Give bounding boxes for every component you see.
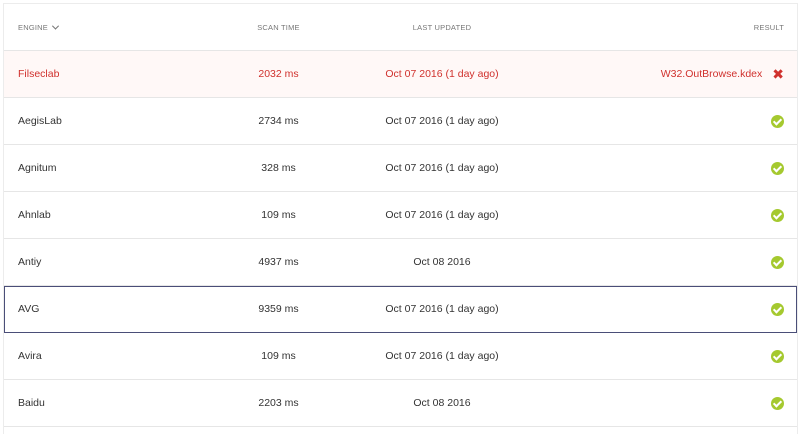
scan-results-table: ENGINE SCAN TIME LAST UPDATED RESULT Fil…	[3, 3, 798, 434]
last-updated: Oct 07 2016 (1 day ago)	[385, 115, 499, 127]
engine-name: Agnitum	[18, 162, 57, 174]
engine-name: AVG	[18, 303, 40, 315]
column-header-last-updated: LAST UPDATED	[412, 22, 472, 32]
last-updated: Oct 08 2016	[413, 397, 471, 409]
chevron-down-icon[interactable]	[51, 22, 60, 30]
engine-name: Avira	[18, 350, 42, 362]
check-circle-icon	[771, 161, 784, 175]
check-circle-icon	[771, 114, 784, 128]
result-cell	[771, 380, 784, 426]
engine-name: Filseclab	[18, 68, 60, 80]
table-row[interactable]: Agnitum 328 ms Oct 07 2016 (1 day ago)	[4, 145, 797, 192]
last-updated: Oct 07 2016 (1 day ago)	[385, 209, 499, 221]
engine-name: AegisLab	[18, 115, 62, 127]
check-circle-icon	[771, 208, 784, 222]
engine-name: Antiy	[18, 256, 42, 268]
result-cell	[771, 286, 784, 332]
scan-time: 328 ms	[261, 162, 296, 174]
engine-name: Baidu	[18, 397, 45, 409]
table-row[interactable]: Baidu 2203 ms Oct 08 2016	[4, 380, 797, 427]
table-row[interactable]: AVG 9359 ms Oct 07 2016 (1 day ago)	[4, 286, 797, 333]
result-cell	[771, 98, 784, 144]
table-row[interactable]: Ahnlab 109 ms Oct 07 2016 (1 day ago)	[4, 192, 797, 239]
last-updated: Oct 07 2016 (1 day ago)	[385, 162, 499, 174]
threat-name: W32.OutBrowse.kdex	[660, 68, 763, 80]
result-cell	[771, 192, 784, 238]
result-cell	[771, 239, 784, 285]
check-circle-icon	[771, 255, 784, 269]
table-row[interactable]: Antiy 4937 ms Oct 08 2016	[4, 239, 797, 286]
last-updated: Oct 07 2016 (1 day ago)	[385, 350, 499, 362]
column-header-scan-time: SCAN TIME	[257, 22, 300, 32]
check-circle-icon	[771, 302, 784, 316]
column-header-engine[interactable]: ENGINE	[18, 4, 60, 50]
engine-name: Ahnlab	[18, 209, 51, 221]
scan-time: 109 ms	[261, 350, 296, 362]
scan-time: 2203 ms	[258, 397, 299, 409]
result-cell	[771, 333, 784, 379]
result-cell	[771, 145, 784, 191]
table-row[interactable]: AegisLab 2734 ms Oct 07 2016 (1 day ago)	[4, 98, 797, 145]
table-row[interactable]: Avira 109 ms Oct 07 2016 (1 day ago)	[4, 333, 797, 380]
last-updated: Oct 07 2016 (1 day ago)	[385, 303, 499, 315]
scan-time: 9359 ms	[258, 303, 299, 315]
last-updated: Oct 07 2016 (1 day ago)	[385, 68, 499, 80]
table-row[interactable]: Filseclab 2032 ms Oct 07 2016 (1 day ago…	[4, 51, 797, 98]
last-updated: Oct 08 2016	[413, 256, 471, 268]
check-circle-icon	[771, 349, 784, 363]
scan-time: 2734 ms	[258, 115, 299, 127]
column-header-engine-label: ENGINE	[18, 22, 48, 32]
scan-time: 2032 ms	[258, 68, 299, 80]
scan-time: 4937 ms	[258, 256, 299, 268]
column-header-result: RESULT	[753, 22, 784, 32]
close-icon: ✖	[772, 66, 784, 82]
table-header: ENGINE SCAN TIME LAST UPDATED RESULT	[4, 4, 797, 51]
result-cell: W32.OutBrowse.kdex ✖	[661, 51, 784, 97]
scan-time: 109 ms	[261, 209, 296, 221]
check-circle-icon	[771, 396, 784, 410]
